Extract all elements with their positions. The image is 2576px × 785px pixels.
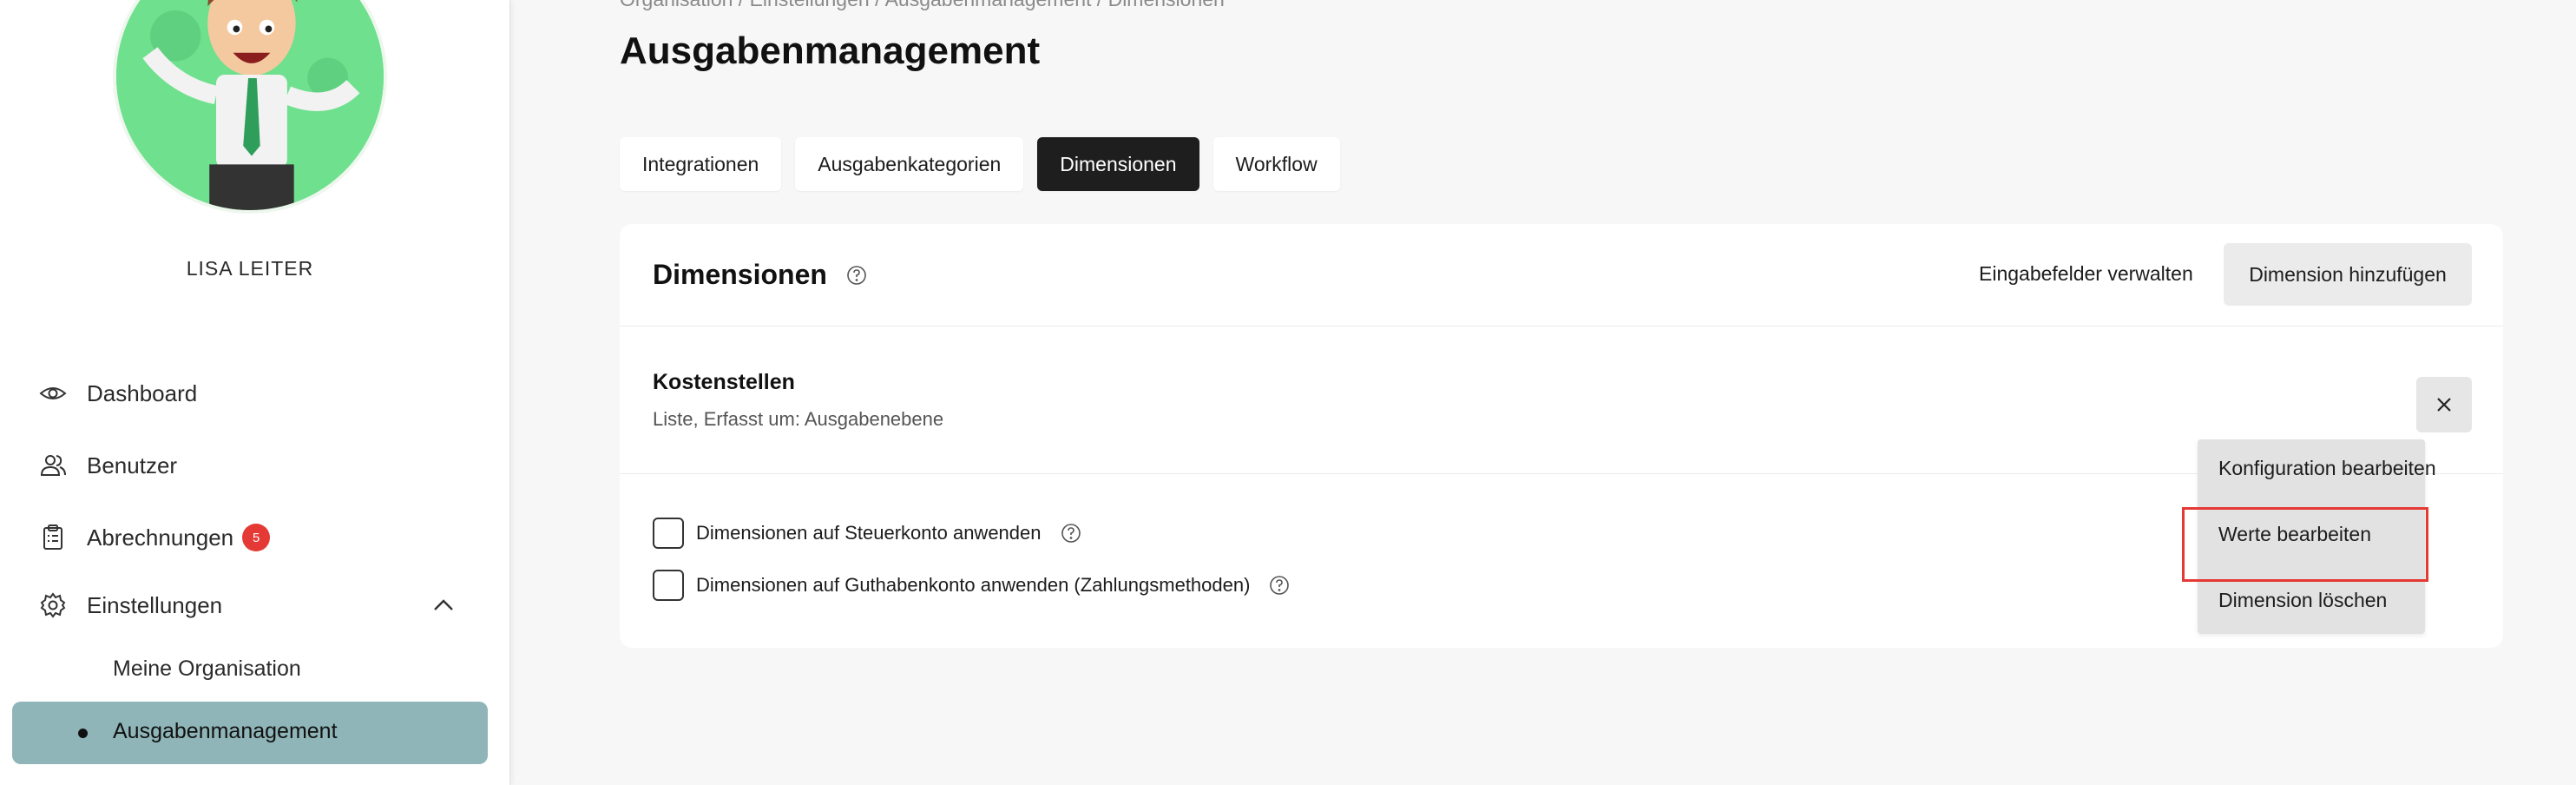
- tax-account-label: Dimensionen auf Steuerkonto anwenden: [696, 522, 1042, 544]
- tab-expense-categories[interactable]: Ausgabenkategorien: [795, 137, 1024, 191]
- tab-integrations[interactable]: Integrationen: [620, 137, 782, 191]
- nav-item-dashboard[interactable]: Dashboard: [38, 372, 197, 415]
- dimension-name: Kostenstellen: [653, 370, 795, 394]
- nav-item-users[interactable]: Benutzer: [38, 444, 177, 487]
- tax-account-option: Dimensionen auf Steuerkonto anwenden: [653, 518, 1081, 549]
- clipboard-icon: [38, 523, 68, 552]
- page-title: Ausgabenmanagement: [620, 30, 1041, 72]
- menu-item-edit-configuration[interactable]: Konfiguration bearbeiten: [2218, 457, 2436, 480]
- add-dimension-button[interactable]: Dimension hinzufügen: [2224, 243, 2472, 306]
- sub-item-expense-management-label: Ausgabenmanagement: [113, 719, 338, 743]
- help-icon[interactable]: [1269, 575, 1290, 596]
- card-title-text: Dimensionen: [653, 259, 827, 290]
- tab-workflow[interactable]: Workflow: [1212, 137, 1340, 191]
- dimension-actions-menu: Konfiguration bearbeiten Werte bearbeite…: [2198, 439, 2436, 634]
- sub-item-my-organisation[interactable]: Meine Organisation: [113, 656, 301, 682]
- credit-account-label: Dimensionen auf Guthabenkonto anwenden (…: [696, 574, 1251, 596]
- nav-item-settings[interactable]: Einstellungen: [38, 584, 222, 627]
- billing-badge: 5: [242, 524, 271, 551]
- users-icon: [38, 451, 68, 480]
- close-icon: [2437, 398, 2451, 412]
- nav-label-billing: Abrechnungen: [87, 524, 234, 551]
- credit-account-checkbox[interactable]: [653, 570, 684, 601]
- nav-label-settings: Einstellungen: [87, 591, 223, 618]
- nav-label-dashboard: Dashboard: [87, 379, 198, 406]
- sub-item-expense-management[interactable]: Ausgabenmanagement: [12, 702, 488, 764]
- user-name: LISA LEITER: [186, 257, 314, 280]
- nav-label-users: Benutzer: [87, 452, 178, 478]
- gear-icon: [38, 590, 68, 620]
- menu-item-edit-values[interactable]: Werte bearbeiten: [2218, 523, 2371, 546]
- tax-account-checkbox[interactable]: [653, 518, 684, 549]
- card-header: Dimensionen Eingabefelder verwalten Dime…: [620, 224, 2503, 327]
- tab-bar: Integrationen Ausgabenkategorien Dimensi…: [620, 137, 1340, 191]
- active-dot: [78, 729, 88, 738]
- close-menu-button[interactable]: [2416, 377, 2472, 432]
- breadcrumb: Organisation / Einstellungen / Ausgabenm…: [620, 0, 1225, 11]
- sidebar: LISA LEITER Dashboard Benutzer Abrechnun…: [0, 0, 510, 785]
- help-icon[interactable]: [846, 265, 867, 286]
- avatar: [113, 0, 387, 214]
- dimension-description: Liste, Erfasst um: Ausgabenebene: [653, 408, 944, 430]
- credit-account-option: Dimensionen auf Guthabenkonto anwenden (…: [653, 570, 1290, 601]
- help-icon[interactable]: [1061, 523, 1081, 544]
- avatar-illustration: [116, 0, 384, 210]
- chevron-up-icon[interactable]: [429, 590, 458, 620]
- nav-item-billing[interactable]: Abrechnungen 5: [38, 516, 271, 559]
- menu-item-delete-dimension[interactable]: Dimension löschen: [2218, 589, 2387, 612]
- card-title: Dimensionen: [653, 259, 867, 291]
- eye-icon: [38, 379, 68, 408]
- tab-dimensions[interactable]: Dimensionen: [1037, 137, 1199, 191]
- manage-input-fields-link[interactable]: Eingabefelder verwalten: [1979, 262, 2193, 286]
